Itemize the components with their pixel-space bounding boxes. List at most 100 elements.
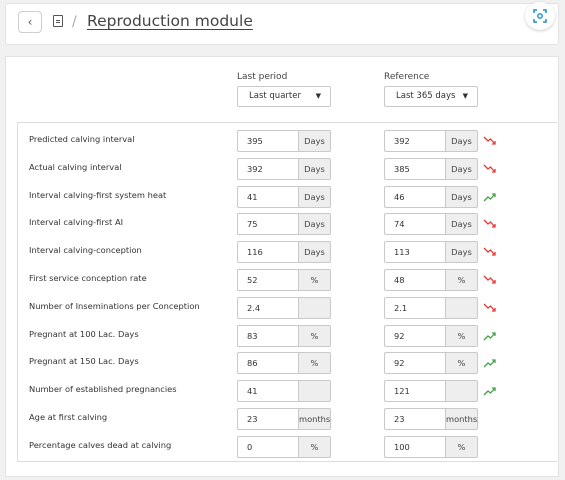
trend-down-icon xyxy=(483,136,496,145)
kpi-row-label: Percentage calves dead at calving xyxy=(29,439,172,450)
last-period-value: 0 xyxy=(237,435,298,458)
unit-label: Days xyxy=(445,241,478,264)
trend-down-icon xyxy=(483,247,496,256)
trend-up-icon xyxy=(483,192,496,202)
reference-field: 121 xyxy=(384,380,478,403)
reference-field: 23 months xyxy=(384,408,478,430)
kpi-row-label: Pregnant at 150 Lac. Days xyxy=(29,356,139,367)
kpi-row: Actual calving interval 392 Days 385 Days xyxy=(18,154,558,182)
reference-value: 100 xyxy=(384,435,445,458)
reference-field: 48% xyxy=(384,269,478,291)
unit-label: months xyxy=(445,408,478,430)
last-period-value: 41 xyxy=(237,185,298,208)
last-period-select[interactable]: Last quarter ▼ xyxy=(237,86,331,107)
page-title[interactable]: Reproduction module xyxy=(87,12,253,30)
last-period-label: Last period xyxy=(237,72,288,82)
reference-value: 92 xyxy=(384,352,445,375)
last-period-value: 83 xyxy=(237,324,298,347)
trend-up-icon xyxy=(483,359,496,368)
back-button[interactable]: ‹ xyxy=(18,11,42,33)
reference-field: 46 Days xyxy=(384,185,478,208)
last-period-field: 395 Days xyxy=(237,130,331,152)
kpi-row-label: Number of Inseminations per Conception xyxy=(29,300,200,311)
trend-down-icon xyxy=(483,303,496,312)
reference-field: 92% xyxy=(384,324,478,347)
kpi-row-label: Interval calving-first system heat xyxy=(29,189,167,200)
trend-up-icon xyxy=(483,331,496,341)
trend-up-icon xyxy=(483,387,496,396)
kpi-row-label: Number of established pregnancies xyxy=(29,384,177,395)
unit-label xyxy=(298,296,331,319)
reference-value: 74 xyxy=(384,213,445,236)
kpi-row-label: Actual calving interval xyxy=(29,161,122,172)
unit-label: % xyxy=(298,324,331,347)
last-period-value: 392 xyxy=(237,157,298,180)
unit-label: Days xyxy=(298,241,331,264)
kpi-row: First service conception rate 52% 48% xyxy=(18,265,558,293)
trend-down-icon xyxy=(483,164,496,173)
reference-value: 113 xyxy=(384,241,445,264)
unit-label: % xyxy=(445,435,478,458)
last-period-value: Last quarter xyxy=(249,91,301,101)
reference-select[interactable]: Last 365 days ▼ xyxy=(384,86,478,107)
kpi-row-label: Interval calving-first AI xyxy=(29,217,124,228)
kpi-row: Interval calving-conception 116 Days 113 Day… xyxy=(18,237,558,265)
reference-field: 92% xyxy=(384,352,478,375)
unit-label: months xyxy=(298,408,331,430)
last-period-field: 86% xyxy=(237,352,331,375)
last-period-value: 86 xyxy=(237,352,298,375)
kpi-row: Age at first calving 23 months 23 months xyxy=(18,404,558,432)
reference-field: 2.1 xyxy=(384,296,478,319)
kpi-table: Predicted calving interval 395 Days 392 Days… xyxy=(17,122,557,462)
reference-field: 74 Days xyxy=(384,213,478,236)
last-period-field: 52% xyxy=(237,269,331,291)
last-period-value: 23 xyxy=(237,408,298,430)
last-period-value: 116 xyxy=(237,241,298,264)
last-period-field: 75 Days xyxy=(237,213,331,236)
kpi-row-label: Interval calving-conception xyxy=(29,245,142,256)
kpi-row: Pregnant at 150 Lac. Days 86% 92% xyxy=(18,348,558,376)
reference-value: 392 xyxy=(384,130,445,152)
unit-label: % xyxy=(445,352,478,375)
kpi-row-label: Pregnant at 100 Lac. Days xyxy=(29,328,139,339)
unit-label: Days xyxy=(445,185,478,208)
unit-label: Days xyxy=(445,157,478,180)
kpi-row: Interval calving-first AI 75 Days 74 Days xyxy=(18,209,558,237)
document-icon xyxy=(53,15,63,27)
breadcrumb-separator: / xyxy=(72,14,77,30)
kpi-row-label: Age at first calving xyxy=(29,412,108,422)
reference-field: 392 Days xyxy=(384,130,478,152)
module-header: ‹ / Reproduction module xyxy=(5,3,559,45)
caret-down-icon: ▼ xyxy=(462,92,468,100)
kpi-row-label: First service conception rate xyxy=(29,273,147,283)
reference-field: 385 Days xyxy=(384,157,478,180)
unit-label: % xyxy=(298,435,331,458)
unit-label xyxy=(445,296,478,319)
kpi-row: Number of established pregnancies 41 121 xyxy=(18,376,558,404)
unit-label: % xyxy=(445,324,478,347)
caret-down-icon: ▼ xyxy=(315,92,321,100)
reference-value: 23 xyxy=(384,408,445,430)
scan-button[interactable] xyxy=(525,2,555,30)
unit-label: Days xyxy=(445,130,478,152)
last-period-field: 392 Days xyxy=(237,157,331,180)
kpi-row-label: Predicted calving interval xyxy=(29,134,135,144)
unit-label: % xyxy=(298,269,331,291)
last-period-field: 2.4 xyxy=(237,296,331,319)
reference-value: 46 xyxy=(384,185,445,208)
kpi-row: Number of Inseminations per Conception 2.… xyxy=(18,293,558,321)
last-period-value: 52 xyxy=(237,269,298,291)
kpi-row: Pregnant at 100 Lac. Days 83% 92% xyxy=(18,321,558,349)
reference-field: 113 Days xyxy=(384,241,478,264)
reference-label: Reference xyxy=(384,72,430,82)
last-period-value: 41 xyxy=(237,380,298,403)
unit-label: Days xyxy=(298,213,331,236)
reference-value: 2.1 xyxy=(384,296,445,319)
last-period-field: 41 xyxy=(237,380,331,403)
reference-value: 121 xyxy=(384,380,445,403)
last-period-value: 2.4 xyxy=(237,296,298,319)
unit-label: % xyxy=(445,269,478,291)
unit-label: Days xyxy=(298,157,331,180)
unit-label: % xyxy=(298,352,331,375)
reference-value: 92 xyxy=(384,324,445,347)
